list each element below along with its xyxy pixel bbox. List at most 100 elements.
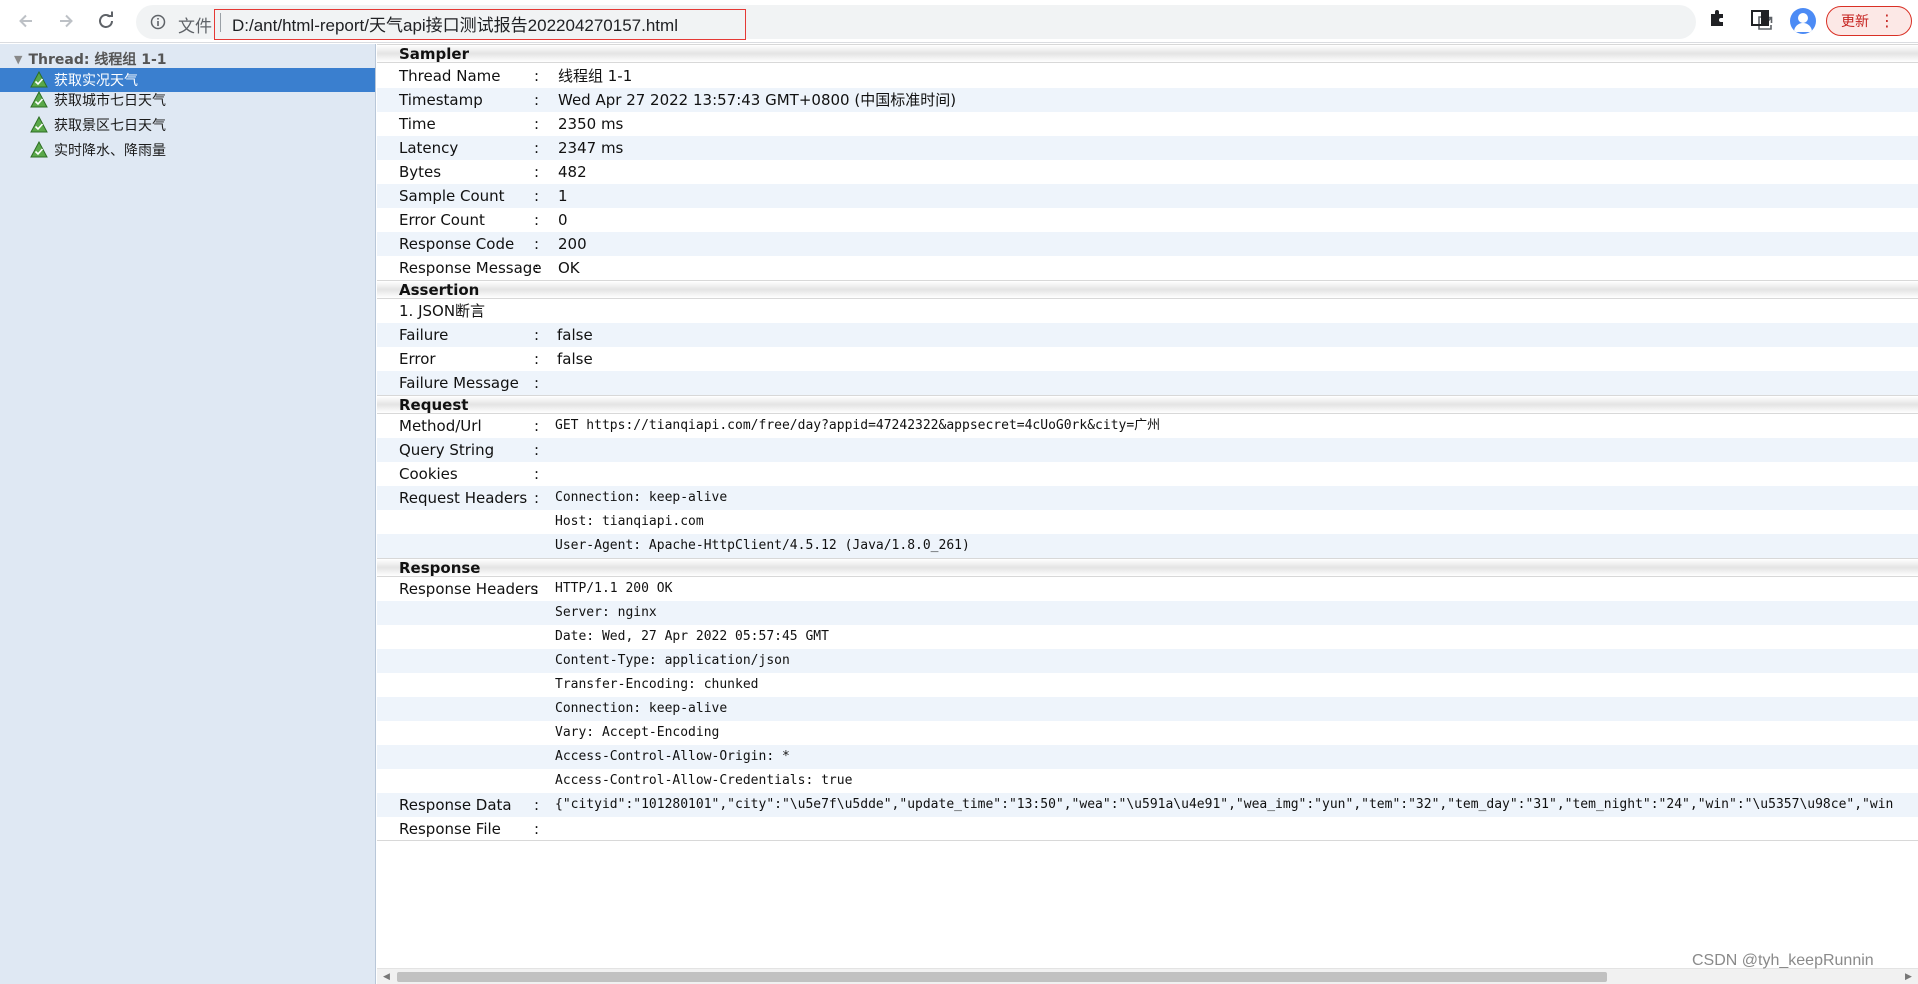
sidebar-item-sample-2[interactable]: 获取城市七日天气	[0, 88, 375, 112]
field-colon: :	[534, 441, 540, 459]
request-row-method-url: Method/Url: GET https://tianqiapi.com/fr…	[377, 414, 1918, 438]
assertion-row-error: Error: false	[377, 347, 1918, 371]
sampler-row-time: Time: 2350 ms	[377, 112, 1918, 136]
request-header-line: Host: tianqiapi.com	[377, 510, 1918, 534]
update-button[interactable]: 更新 ⋮	[1826, 6, 1912, 36]
assertion-row-failure-message: Failure Message:	[377, 371, 1918, 395]
sampler-row-error-count: Error Count: 0	[377, 208, 1918, 232]
scheme-divider	[220, 13, 221, 32]
header-line: Connection: keep-alive	[555, 701, 728, 716]
sample-label: 获取景区七日天气	[54, 118, 166, 134]
header-line: Server: nginx	[555, 605, 657, 620]
url-text[interactable]: D:/ant/html-report/天气api接口测试报告2022042701…	[232, 11, 678, 36]
field-key: Response Message	[399, 259, 542, 277]
header-line: Connection: keep-alive	[555, 490, 728, 505]
assertion-name: 1. JSON断言	[399, 302, 486, 320]
report-detail-panel: Sampler Thread Name: 线程组 1-1 Timestamp: …	[377, 44, 1918, 968]
field-colon: :	[534, 820, 540, 838]
field-key: Sample Count	[399, 187, 505, 205]
sample-label: 实时降水、降雨量	[54, 143, 166, 159]
assertion-name-row: 1. JSON断言	[377, 299, 1918, 323]
assertion-section-title: Assertion	[377, 280, 1918, 299]
watermark: CSDN @tyh_keepRunnin	[1692, 952, 1874, 969]
field-value: 200	[558, 235, 587, 253]
sidebar-item-sample-4[interactable]: 实时降水、降雨量	[0, 138, 375, 162]
collapse-triangle-icon[interactable]: ▼	[14, 53, 22, 66]
info-icon[interactable]	[150, 14, 166, 30]
field-colon: :	[534, 489, 540, 507]
request-header-line: User-Agent: Apache-HttpClient/4.5.12 (Ja…	[377, 534, 1918, 558]
sidebar-item-sample-3[interactable]: 获取景区七日天气	[0, 113, 375, 137]
field-colon: :	[534, 259, 540, 277]
sidebar: ▼ Thread: 线程组 1-1 获取实况天气 获取城市七日天气 获取景区七日…	[0, 44, 376, 984]
sampler-row-bytes: Bytes: 482	[377, 160, 1918, 184]
header-line: HTTP/1.1 200 OK	[555, 581, 673, 596]
sample-label: 获取城市七日天气	[54, 93, 166, 109]
scrollbar-thumb[interactable]	[397, 972, 1607, 982]
field-colon: :	[534, 350, 540, 368]
header-line: User-Agent: Apache-HttpClient/4.5.12 (Ja…	[555, 538, 970, 553]
horizontal-scrollbar[interactable]: ◀ ▶	[377, 968, 1918, 984]
response-header-line: Content-Type: application/json	[377, 649, 1918, 673]
field-value: 线程组 1-1	[558, 67, 633, 85]
field-key: Thread Name	[399, 67, 501, 85]
scheme-label: 文件	[178, 17, 212, 37]
field-value: 2350 ms	[558, 115, 624, 133]
field-colon: :	[534, 115, 540, 133]
success-triangle-icon	[30, 71, 48, 88]
field-colon: :	[534, 374, 540, 392]
back-button[interactable]	[12, 7, 40, 35]
field-key: Cookies	[399, 465, 458, 483]
forward-button[interactable]	[52, 7, 80, 35]
more-vertical-icon: ⋮	[1879, 11, 1895, 30]
address-bar[interactable]: 文件 D:/ant/html-report/天气api接口测试报告2022042…	[136, 5, 1814, 39]
header-line: Access-Control-Allow-Origin: *	[555, 749, 790, 764]
sampler-row-response-message: Response Message: OK	[377, 256, 1918, 280]
field-key: Failure	[399, 326, 449, 344]
field-key: Response File	[399, 820, 501, 838]
success-triangle-icon	[30, 141, 48, 158]
response-row-file: Response File:	[377, 817, 1918, 841]
arrow-right-icon	[60, 14, 73, 28]
request-row-headers: Request Headers: Connection: keep-alive	[377, 486, 1918, 510]
thread-node[interactable]: ▼ Thread: 线程组 1-1	[0, 48, 167, 70]
sampler-row-sample-count: Sample Count: 1	[377, 184, 1918, 208]
response-header-line: Connection: keep-alive	[377, 697, 1918, 721]
scroll-right-icon[interactable]: ▶	[1905, 972, 1912, 982]
field-value: 482	[558, 163, 587, 181]
field-colon: :	[534, 326, 540, 344]
request-row-cookies: Cookies:	[377, 462, 1918, 486]
sampler-row-response-code: Response Code: 200	[377, 232, 1918, 256]
field-colon: :	[534, 163, 540, 181]
field-key: Latency	[399, 139, 459, 157]
success-triangle-icon	[30, 116, 48, 133]
scroll-left-icon[interactable]: ◀	[383, 972, 390, 982]
field-colon: :	[534, 91, 540, 109]
response-row-headers: Response Headers: HTTP/1.1 200 OK	[377, 577, 1918, 601]
response-header-line: Server: nginx	[377, 601, 1918, 625]
arrow-left-icon	[19, 14, 32, 28]
field-key: Response Headers	[399, 580, 539, 598]
puzzle-icon[interactable]	[1708, 8, 1728, 28]
side-panel-icon[interactable]	[1750, 8, 1770, 28]
profile-avatar[interactable]	[1790, 8, 1816, 34]
field-key: Failure Message	[399, 374, 519, 392]
field-colon: :	[534, 465, 540, 483]
field-value: false	[557, 350, 593, 368]
field-key: Time	[399, 115, 436, 133]
field-key: Timestamp	[399, 91, 483, 109]
reload-button[interactable]	[92, 7, 120, 35]
sampler-row-latency: Latency: 2347 ms	[377, 136, 1918, 160]
assertion-row-failure: Failure: false	[377, 323, 1918, 347]
person-icon	[1794, 13, 1812, 32]
field-value: 2347 ms	[558, 139, 624, 157]
sampler-section-title: Sampler	[377, 44, 1918, 63]
field-value: GET https://tianqiapi.com/free/day?appid…	[555, 418, 1161, 433]
response-header-line: Access-Control-Allow-Credentials: true	[377, 769, 1918, 793]
thread-label: Thread: 线程组 1-1	[28, 52, 167, 68]
header-line: Content-Type: application/json	[555, 653, 790, 668]
field-key: Error Count	[399, 211, 485, 229]
browser-toolbar: 文件 D:/ant/html-report/天气api接口测试报告2022042…	[0, 0, 1918, 43]
field-value: {"cityid":"101280101","city":"\u5e7f\u5d…	[555, 797, 1894, 812]
field-colon: :	[534, 139, 540, 157]
